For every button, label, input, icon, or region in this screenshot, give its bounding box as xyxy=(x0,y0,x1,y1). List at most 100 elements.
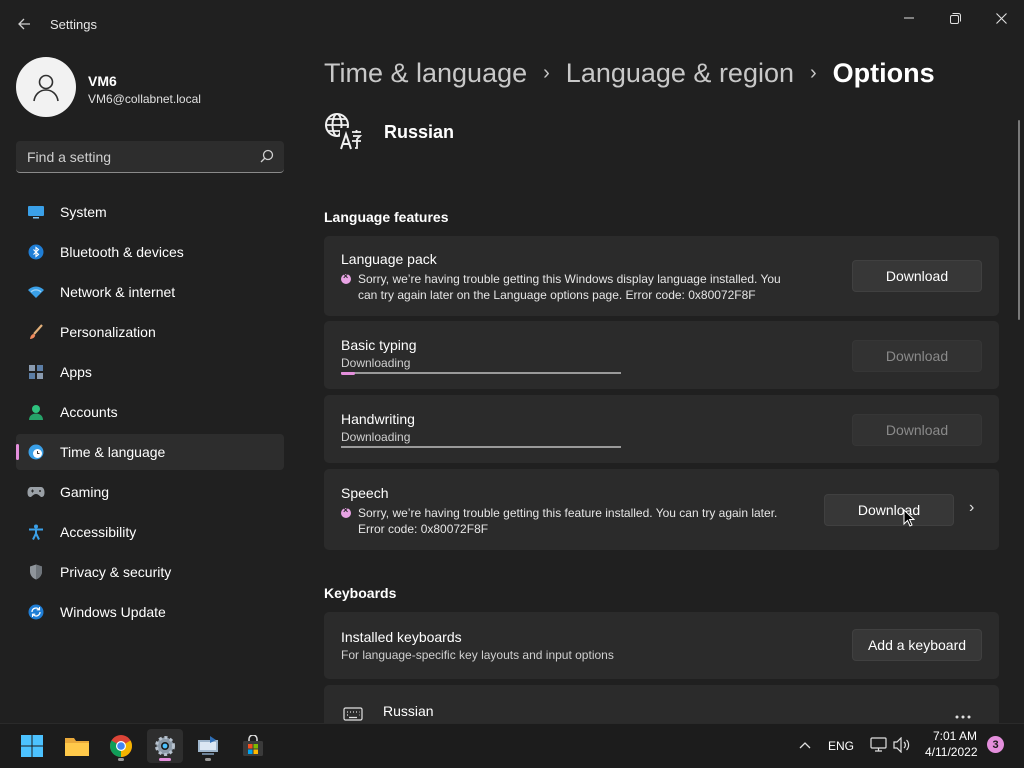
search-box[interactable] xyxy=(16,141,284,173)
handwriting-status: Downloading xyxy=(341,430,411,444)
sidebar-item-time-language[interactable]: Time & language xyxy=(16,434,284,470)
speech-title: Speech xyxy=(341,485,389,501)
taskbar-chrome[interactable] xyxy=(103,729,139,763)
chrome-icon xyxy=(110,735,132,757)
taskbar-store[interactable] xyxy=(235,729,271,763)
section-title-keyboards: Keyboards xyxy=(324,585,397,601)
basic-typing-card: Basic typing Downloading Download xyxy=(324,321,999,389)
app-title: Settings xyxy=(50,17,97,32)
close-button[interactable] xyxy=(979,4,1023,32)
volume-icon[interactable] xyxy=(893,737,911,753)
start-button[interactable] xyxy=(14,729,50,763)
more-options-icon[interactable] xyxy=(955,715,971,719)
sidebar-item-personalization[interactable]: Personalization xyxy=(16,314,284,350)
handwriting-card: Handwriting Downloading Download xyxy=(324,395,999,463)
page-title: Options xyxy=(832,58,935,88)
network-app-icon xyxy=(198,736,218,755)
search-icon[interactable] xyxy=(260,149,274,163)
clock-time[interactable]: 7:01 AM xyxy=(933,729,977,743)
system-icon xyxy=(27,203,45,221)
back-button[interactable] xyxy=(12,12,36,36)
error-icon xyxy=(341,271,351,284)
notification-badge[interactable]: 3 xyxy=(987,736,1004,753)
avatar[interactable] xyxy=(16,57,76,117)
restore-button[interactable] xyxy=(933,4,977,32)
accessibility-icon xyxy=(27,523,45,541)
sidebar-item-label: System xyxy=(60,204,107,220)
sidebar-item-label: Privacy & security xyxy=(60,564,172,580)
keyboard-name: Russian xyxy=(383,703,434,719)
apps-icon xyxy=(27,363,45,381)
taskbar: ENG 7:01 AM 4/11/2022 xyxy=(0,723,1024,768)
sidebar-item-label: Network & internet xyxy=(60,284,176,300)
store-icon xyxy=(243,735,263,756)
handwriting-download-button[interactable]: Download xyxy=(852,414,982,446)
sidebar-item-windows-update[interactable]: Windows Update xyxy=(16,594,284,630)
globe-clock-icon xyxy=(27,443,45,461)
speech-card[interactable]: Speech Sorry, we’re having trouble getti… xyxy=(324,469,999,550)
sidebar-item-label: Accessibility xyxy=(60,524,137,540)
language-pack-error: Sorry, we’re having trouble getting this… xyxy=(341,271,798,303)
language-pack-card: Language pack Sorry, we’re having troubl… xyxy=(324,236,999,316)
user-icon xyxy=(33,74,59,102)
network-icon[interactable] xyxy=(870,737,887,753)
sidebar-item-label: Time & language xyxy=(60,444,166,460)
chevron-right-icon[interactable]: › xyxy=(969,499,974,517)
sidebar-nav: System Bluetooth & devices Network & int… xyxy=(16,194,284,634)
sidebar-item-apps[interactable]: Apps xyxy=(16,354,284,390)
sidebar-item-accounts[interactable]: Accounts xyxy=(16,394,284,430)
speech-download-button[interactable]: Download xyxy=(824,494,954,526)
taskbar-network-app[interactable] xyxy=(190,729,226,763)
breadcrumb-language-region[interactable]: Language & region xyxy=(566,58,794,89)
start-icon xyxy=(21,735,43,757)
running-indicator xyxy=(118,758,124,761)
title-bar: Settings xyxy=(0,0,1024,48)
sidebar-item-privacy[interactable]: Privacy & security xyxy=(16,554,284,590)
sidebar-item-label: Bluetooth & devices xyxy=(60,244,184,260)
breadcrumb-time-language[interactable]: Time & language xyxy=(324,58,527,89)
profile-name: VM6 xyxy=(88,73,117,89)
basic-typing-status: Downloading xyxy=(341,356,411,370)
settings-icon xyxy=(155,736,175,756)
keyboard-item-russian[interactable]: Russian xyxy=(324,685,999,723)
handwriting-title: Handwriting xyxy=(341,411,415,427)
sidebar-item-label: Apps xyxy=(60,364,92,380)
input-language[interactable]: ENG xyxy=(828,739,854,753)
sidebar-item-bluetooth[interactable]: Bluetooth & devices xyxy=(16,234,284,270)
basic-typing-title: Basic typing xyxy=(341,337,417,353)
chevron-up-icon[interactable] xyxy=(799,741,811,749)
shield-icon xyxy=(27,563,45,581)
language-pack-download-button[interactable]: Download xyxy=(852,260,982,292)
minimize-button[interactable] xyxy=(887,4,931,32)
sidebar-item-gaming[interactable]: Gaming xyxy=(16,474,284,510)
breadcrumb: Time & language › Language & region › Op… xyxy=(324,58,935,89)
chevron-right-icon: › xyxy=(543,62,550,84)
sidebar-item-system[interactable]: System xyxy=(16,194,284,230)
language-header: Russian xyxy=(324,112,454,152)
sidebar-item-network[interactable]: Network & internet xyxy=(16,274,284,310)
taskbar-settings[interactable] xyxy=(147,729,183,763)
installed-keyboards-subtitle: For language-specific key layouts and in… xyxy=(341,648,614,662)
sidebar-item-label: Personalization xyxy=(60,324,156,340)
taskbar-file-explorer[interactable] xyxy=(59,729,95,763)
speech-error-text: Sorry, we’re having trouble getting this… xyxy=(358,506,778,536)
accounts-icon xyxy=(27,403,45,421)
installed-keyboards-card: Installed keyboards For language-specifi… xyxy=(324,612,999,679)
bluetooth-icon xyxy=(27,243,45,261)
sidebar-item-accessibility[interactable]: Accessibility xyxy=(16,514,284,550)
search-input[interactable] xyxy=(16,141,252,172)
gamepad-icon xyxy=(27,483,45,501)
file-explorer-icon xyxy=(65,738,89,756)
profile-email: VM6@collabnet.local xyxy=(88,92,201,106)
wifi-icon xyxy=(27,283,45,301)
basic-typing-download-button[interactable]: Download xyxy=(852,340,982,372)
section-title-language-features: Language features xyxy=(324,209,449,225)
scrollbar[interactable] xyxy=(1018,120,1020,320)
clock-date[interactable]: 4/11/2022 xyxy=(925,745,978,759)
installed-keyboards-title: Installed keyboards xyxy=(341,629,462,645)
error-icon xyxy=(341,505,351,518)
basic-typing-progress xyxy=(341,371,621,375)
running-indicator xyxy=(159,758,171,761)
add-keyboard-button[interactable]: Add a keyboard xyxy=(852,629,982,661)
language-pack-error-text: Sorry, we’re having trouble getting this… xyxy=(358,272,781,302)
